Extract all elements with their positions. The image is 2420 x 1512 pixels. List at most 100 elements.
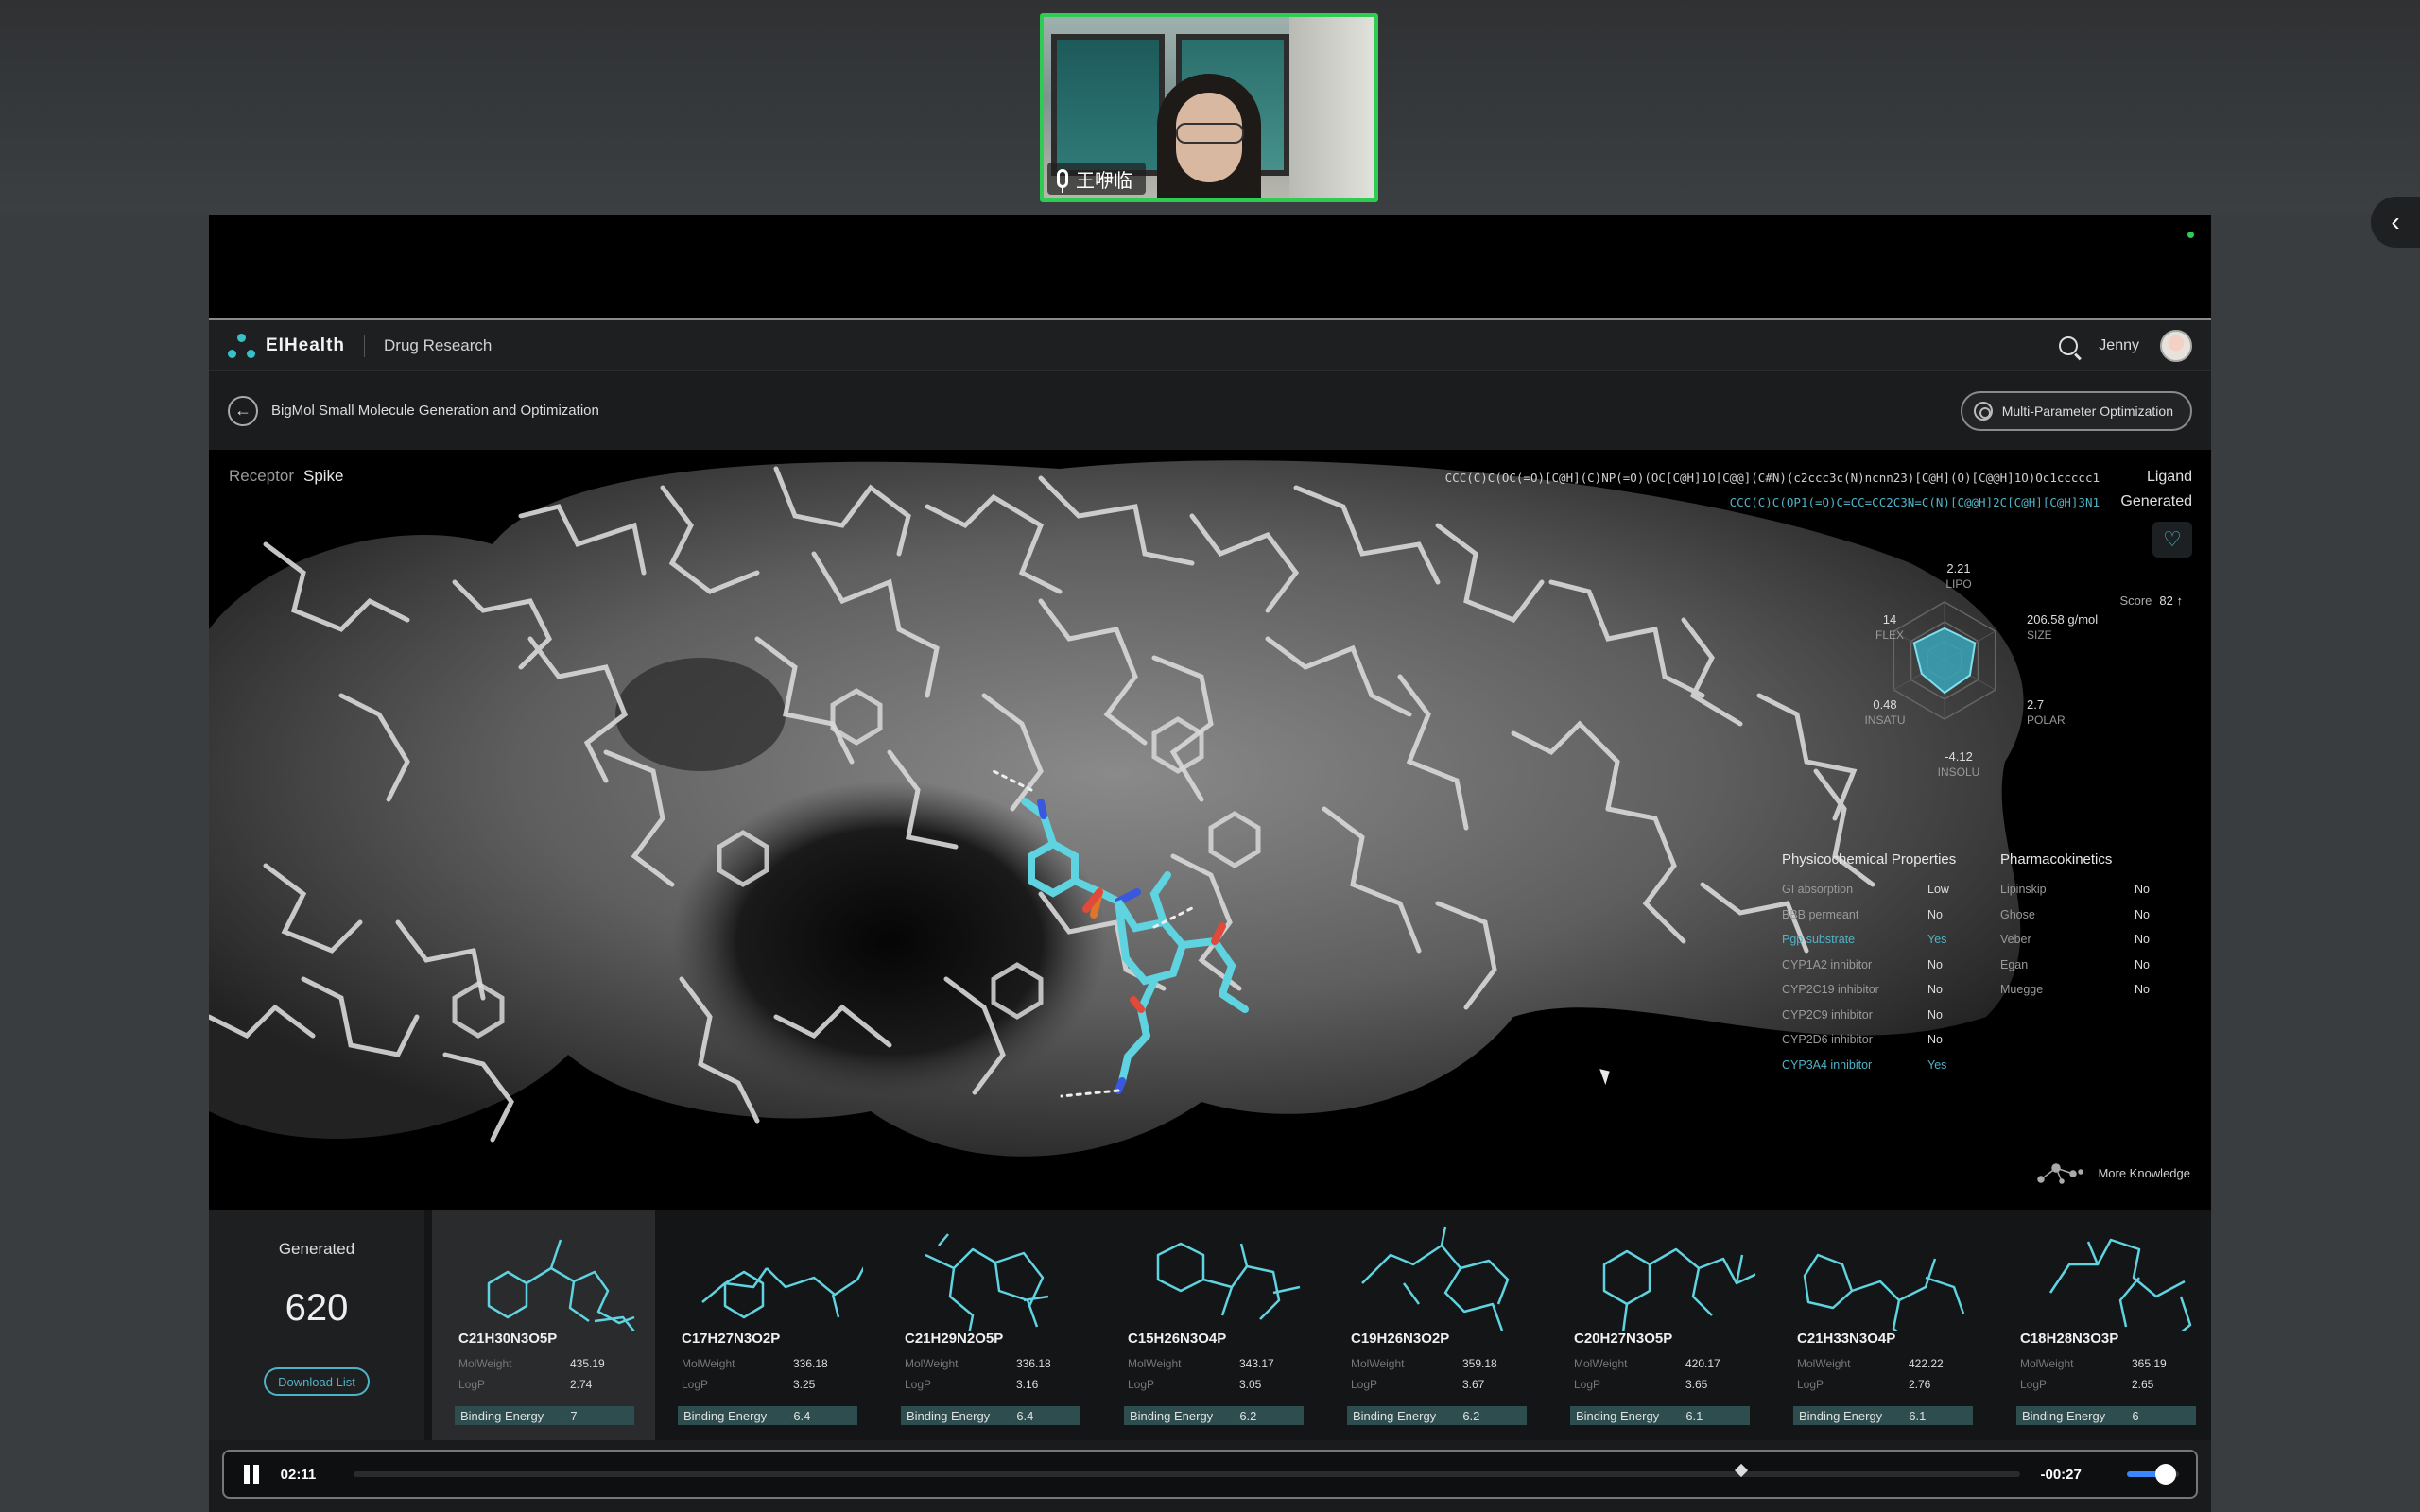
generated-count: 620: [285, 1287, 349, 1329]
radar-label-insolu: -4.12 INSOLU: [1937, 749, 1980, 779]
volume-handle[interactable]: [2155, 1464, 2177, 1485]
pharma-row-value: No: [2135, 983, 2150, 997]
pharma-row: Ghose No: [2000, 902, 2199, 928]
molweight-row: MolWeight 336.18: [905, 1357, 1051, 1370]
header-divider: [364, 334, 366, 357]
generated-smiles: CCC(C)C(OP1(=O)C=CC=CC2C3N=C(N)[C@@H]2C[…: [1729, 495, 2100, 509]
binding-energy-bar: Binding Energy -6.4: [901, 1406, 1080, 1425]
participant-video-tile[interactable]: 王咿临: [1040, 13, 1378, 202]
molecule-card[interactable]: C21H29N2O5P MolWeight 336.18 LogP 3.16 Bindin…: [878, 1210, 1101, 1440]
volume-slider[interactable]: [2126, 1464, 2179, 1485]
molecule-card[interactable]: C19H26N3O2P MolWeight 359.18 LogP 3.67 Bindin…: [1324, 1210, 1547, 1440]
pharma-row: Muegge No: [2000, 977, 2199, 1003]
physchem-row-value: No: [1927, 1033, 1943, 1047]
pharma-title: Pharmacokinetics: [2000, 851, 2113, 868]
favorite-button[interactable]: ♡: [2152, 522, 2192, 558]
binding-energy-bar: Binding Energy -6.1: [1793, 1406, 1973, 1425]
multi-parameter-optimization-button[interactable]: Multi-Parameter Optimization: [1960, 390, 2192, 431]
pause-button[interactable]: [241, 1463, 262, 1486]
score-display: Score 82 ↑: [2119, 593, 2183, 608]
molecule-structure-sketch: [701, 1266, 863, 1319]
pharma-row: Veber No: [2000, 927, 2199, 953]
molecule-card[interactable]: C15H26N3O4P MolWeight 343.17 LogP 3.05 Bindin…: [1101, 1210, 1324, 1440]
radar-value-polygon: [1912, 627, 1977, 695]
molecule-card[interactable]: C20H27N3O5P MolWeight 420.17 LogP 3.65 Bindin…: [1547, 1210, 1771, 1440]
more-knowledge-link[interactable]: More Knowledge: [2035, 1160, 2190, 1185]
score-value: 82: [2159, 593, 2173, 608]
logp-row: LogP 2.76: [1797, 1378, 1931, 1391]
pharma-row: Egan No: [2000, 953, 2199, 978]
participant-glasses: [1176, 123, 1244, 144]
molweight-row: MolWeight 343.17: [1128, 1357, 1274, 1370]
molecule-3d-viewer[interactable]: Receptor Spike CCC(C)C(OC(=O)[C@H](C)NP(=…: [209, 450, 2211, 1210]
sharing-indicator-dot: [2187, 232, 2194, 238]
physchem-row-value: Low: [1927, 883, 1949, 897]
physchem-row: CYP1A2 inhibitor No: [1782, 953, 1980, 978]
binding-energy-bar: Binding Energy -6.2: [1124, 1406, 1304, 1425]
surface-cavity: [615, 658, 786, 771]
chevron-left-icon: ‹: [2391, 207, 2400, 236]
physchem-row-label: CYP3A4 inhibitor: [1782, 1057, 1873, 1072]
video-background-wall: [1289, 17, 1374, 198]
logp-row: LogP 3.67: [1351, 1378, 1485, 1391]
molecule-formula: C21H30N3O5P: [458, 1331, 558, 1347]
physchem-row-value: No: [1927, 1007, 1943, 1022]
physchem-row-value: No: [1927, 983, 1943, 997]
generated-molecules-strip: Generated 620 Download List C21H30N3O5P M…: [209, 1210, 2211, 1440]
physchem-row: CYP2D6 inhibitor No: [1782, 1027, 1980, 1053]
molweight-row: MolWeight 336.18: [682, 1357, 828, 1370]
molweight-row: MolWeight 420.17: [1574, 1357, 1720, 1370]
binding-energy-bar: Binding Energy -6.4: [678, 1406, 857, 1425]
pharma-row-value: No: [2135, 957, 2150, 971]
molecule-formula: C15H26N3O4P: [1128, 1331, 1227, 1347]
molecule-card[interactable]: C17H27N3O2P MolWeight 336.18 LogP 3.25 Bindin…: [655, 1210, 878, 1440]
section-name[interactable]: Drug Research: [384, 336, 492, 355]
physchem-row: CYP2C19 inhibitor No: [1782, 977, 1980, 1003]
pharmacokinetics-table: Pharmacokinetics Lipinskip No Ghose No Veber…: [2000, 851, 2199, 1003]
molecule-structure-sketch: [2048, 1238, 2192, 1331]
physchem-row-label: BBB permeant: [1782, 907, 1859, 921]
brand-logo[interactable]: EIHealth: [228, 332, 345, 360]
generated-title: Generated: [278, 1240, 355, 1258]
molecule-card[interactable]: C18H28N3O3P MolWeight 365.19 LogP 2.65 Bindin…: [1994, 1210, 2217, 1440]
search-icon[interactable]: [2059, 335, 2079, 355]
pharma-row-label: Lipinskip: [2000, 883, 2047, 897]
arrow-left-icon: ←: [234, 401, 251, 420]
molecule-card[interactable]: C21H33N3O4P MolWeight 422.22 LogP 2.76 Bindin…: [1771, 1210, 1994, 1440]
receptor-label: Receptor Spike: [229, 467, 344, 485]
physchem-row-value: Yes: [1927, 933, 1947, 947]
ligand-label: Ligand: [2146, 469, 2192, 485]
download-list-button[interactable]: Download List: [264, 1367, 370, 1396]
molecule-structure-sketch: [925, 1233, 1049, 1331]
molecule-card[interactable]: C21H30N3O5P MolWeight 435.19 LogP 2.74 Bindin…: [432, 1210, 655, 1440]
radar-label-lipo: 2.21 LIPO: [1945, 561, 1972, 591]
molecule-structure-sketch: [1803, 1253, 1965, 1331]
back-button[interactable]: ←: [228, 395, 258, 426]
physchem-row-label: CYP2D6 inhibitor: [1782, 1033, 1873, 1047]
physicochemical-properties-table: Physicochemical Properties GI absorption…: [1782, 851, 1980, 1077]
logp-row: LogP 3.25: [682, 1378, 816, 1391]
pharma-row: Lipinskip No: [2000, 877, 2199, 902]
ligand-smiles: CCC(C)C(OC(=O)[C@H](C)NP(=O)(OC[C@H]1O[C…: [1444, 471, 2100, 485]
pharma-row-value: No: [2135, 883, 2150, 897]
header-right: Jenny: [2059, 329, 2192, 362]
logp-row: LogP 2.74: [458, 1378, 593, 1391]
video-player-controls: 02:11 -00:27: [222, 1450, 2198, 1499]
seek-bar[interactable]: [354, 1463, 2020, 1478]
seek-handle[interactable]: [1734, 1463, 1748, 1478]
avatar[interactable]: [2160, 329, 2192, 362]
logp-row: LogP 3.16: [905, 1378, 1039, 1391]
side-panel-toggle-button[interactable]: ‹: [2371, 197, 2420, 248]
physchem-title: Physicochemical Properties: [1782, 851, 1957, 868]
physchem-row-label: CYP2C9 inhibitor: [1782, 1007, 1873, 1022]
molecule-formula: C21H33N3O4P: [1797, 1331, 1896, 1347]
logp-row: LogP 3.65: [1574, 1378, 1708, 1391]
physchem-row: CYP3A4 inhibitor Yes: [1782, 1053, 1980, 1078]
user-name[interactable]: Jenny: [2099, 337, 2139, 354]
mpo-button-label: Multi-Parameter Optimization: [2001, 403, 2173, 419]
pharma-row-label: Veber: [2000, 933, 2031, 947]
radar-label-size: 206.58 g/mol SIZE: [2027, 612, 2099, 642]
physchem-row-label: GI absorption: [1782, 883, 1854, 897]
molecule-structure-sketch: [1602, 1247, 1755, 1331]
generated-label: Generated: [2120, 493, 2192, 509]
